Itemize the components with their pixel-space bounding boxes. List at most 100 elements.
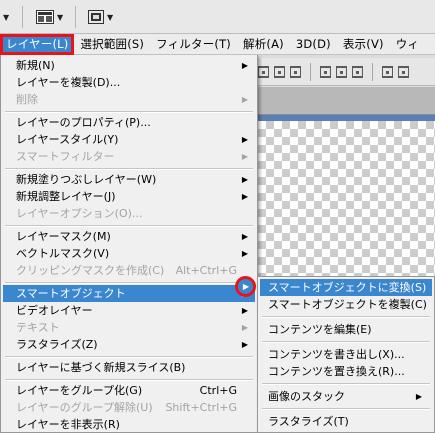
screen-mode-button[interactable]: ▼ bbox=[88, 8, 113, 26]
arrange-documents-button[interactable]: ▼ bbox=[36, 8, 63, 26]
menu-item-label: レイヤーのプロパティ(P)... bbox=[16, 116, 151, 129]
distribute-icon[interactable] bbox=[382, 65, 393, 78]
menu-separator bbox=[5, 225, 253, 227]
menu-item-duplicate-layer[interactable]: レイヤーを複製(D)... bbox=[3, 74, 255, 91]
align-icon[interactable] bbox=[290, 65, 301, 78]
menu-item-delete[interactable]: 削除 ▶ bbox=[3, 91, 255, 108]
menu-separator bbox=[5, 356, 253, 358]
menu-item-hide-layers[interactable]: レイヤーを非表示(R) bbox=[3, 416, 255, 433]
align-icon[interactable] bbox=[258, 65, 269, 78]
menu-item-label: レイヤーを非表示(R) bbox=[16, 418, 120, 431]
chevron-down-icon: ▼ bbox=[57, 12, 64, 22]
submenu-item-edit-contents[interactable]: コンテンツを編集(E) bbox=[260, 321, 432, 338]
distribute-icon[interactable] bbox=[336, 65, 347, 78]
submenu-item-replace-contents[interactable]: コンテンツを置き換え(R)... bbox=[260, 363, 432, 380]
annotation-circle: ▶ bbox=[235, 276, 256, 297]
menu-item-label: ビデオレイヤー bbox=[16, 304, 93, 317]
distribute-icon[interactable] bbox=[320, 65, 331, 78]
submenu-item-export-contents[interactable]: コンテンツを書き出し(X)... bbox=[260, 346, 432, 363]
menu-item-ungroup-layers[interactable]: レイヤーのグループ解除(U) Shift+Ctrl+G bbox=[3, 399, 255, 416]
submenu-arrow-icon: ▶ bbox=[241, 152, 248, 161]
menu-item-layer-style[interactable]: レイヤースタイル(Y) ▶ bbox=[3, 131, 255, 148]
smart-object-submenu: スマートオブジェクトに変換(S) スマートオブジェクトを複製(C) コンテンツを… bbox=[257, 276, 435, 433]
menu-analysis[interactable]: 解析(A) bbox=[237, 34, 290, 55]
menu-item-label: クリッピングマスクを作成(C) bbox=[16, 264, 165, 277]
submenu-item-image-stack[interactable]: 画像のスタック ▶ bbox=[260, 388, 432, 405]
align-icon[interactable] bbox=[274, 65, 285, 78]
menu-item-new-layer-based-slice[interactable]: レイヤーに基づく新規スライス(B) bbox=[3, 359, 255, 376]
menu-item-label: レイヤーマスク(M) bbox=[16, 230, 111, 243]
shortcut-label: Ctrl+G bbox=[199, 384, 237, 397]
menu-item-create-clipping-mask[interactable]: クリッピングマスクを作成(C) Alt+Ctrl+G bbox=[3, 262, 255, 279]
submenu-arrow-icon: ▶ bbox=[241, 340, 248, 349]
menu-item-video-layer[interactable]: ビデオレイヤー ▶ bbox=[3, 302, 255, 319]
menu-separator bbox=[262, 408, 430, 410]
chevron-down-icon: ▼ bbox=[107, 12, 114, 22]
menu-select[interactable]: 選択範囲(S) bbox=[74, 34, 150, 55]
menu-item-label: レイヤーをグループ化(G) bbox=[16, 384, 143, 397]
menu-item-label: ベクトルマスク(V) bbox=[16, 247, 110, 260]
submenu-arrow-icon: ▶ bbox=[241, 323, 248, 332]
menu-item-label: 削除 bbox=[16, 93, 38, 106]
menu-separator bbox=[5, 168, 253, 170]
menu-layer[interactable]: レイヤー(L) bbox=[0, 33, 75, 55]
arrange-documents-icon bbox=[36, 10, 54, 24]
menu-item-smart-filter[interactable]: スマートフィルター ▶ bbox=[3, 148, 255, 165]
menu-separator bbox=[5, 379, 253, 381]
submenu-arrow-icon: ▶ bbox=[241, 249, 248, 258]
submenu-item-duplicate-smart-object[interactable]: スマートオブジェクトを複製(C) bbox=[260, 296, 432, 313]
submenu-arrow-icon: ▶ bbox=[241, 61, 248, 70]
submenu-item-rasterize[interactable]: ラスタライズ(T) bbox=[260, 413, 432, 430]
submenu-arrow-icon: ▶ bbox=[241, 95, 248, 104]
menu-item-text[interactable]: テキスト ▶ bbox=[3, 319, 255, 336]
menu-item-layer-mask[interactable]: レイヤーマスク(M) ▶ bbox=[3, 228, 255, 245]
submenu-arrow-icon: ▶ bbox=[241, 232, 248, 241]
menu-item-layer-options[interactable]: レイヤーオプション(O)... bbox=[3, 205, 255, 222]
menu-window[interactable]: ウィ bbox=[390, 34, 425, 55]
menu-item-label: 新規塗りつぶしレイヤー(W) bbox=[16, 173, 157, 186]
menu-view[interactable]: 表示(V) bbox=[337, 34, 390, 55]
menu-item-new-fill-layer[interactable]: 新規塗りつぶしレイヤー(W) ▶ bbox=[3, 171, 255, 188]
chevron-down-icon: ▼ bbox=[3, 12, 10, 22]
toolbar-divider bbox=[22, 6, 23, 28]
menu-item-smart-object[interactable]: スマートオブジェクト ▶ bbox=[3, 285, 255, 302]
distribute-icon[interactable] bbox=[398, 65, 409, 78]
menu-item-label: レイヤーを複製(D)... bbox=[16, 76, 121, 89]
menu-item-new-adjustment-layer[interactable]: 新規調整レイヤー(J) ▶ bbox=[3, 188, 255, 205]
menu-item-new[interactable]: 新規(N) ▶ bbox=[3, 57, 255, 74]
screen-mode-icon bbox=[88, 10, 104, 24]
menu-separator bbox=[262, 341, 430, 343]
menu-item-layer-properties[interactable]: レイヤーのプロパティ(P)... bbox=[3, 114, 255, 131]
menu-separator bbox=[5, 282, 253, 284]
menu-item-label: ラスタライズ(Z) bbox=[16, 338, 98, 351]
menu-item-label: スマートフィルター bbox=[16, 150, 115, 163]
menu-item-label: スマートオブジェクト bbox=[16, 287, 126, 300]
submenu-item-convert-to-smart-object[interactable]: スマートオブジェクトに変換(S) bbox=[260, 279, 432, 296]
menu-separator bbox=[5, 111, 253, 113]
submenu-arrow-icon: ▶ bbox=[241, 175, 248, 184]
menu-separator bbox=[262, 383, 430, 385]
submenu-arrow-icon: ▶ bbox=[241, 306, 248, 315]
shortcut-label: Shift+Ctrl+G bbox=[165, 401, 237, 414]
submenu-arrow-icon: ▶ bbox=[241, 192, 248, 201]
options-divider bbox=[310, 62, 311, 81]
shortcut-label: Alt+Ctrl+G bbox=[175, 264, 237, 277]
menu-item-label: レイヤーオプション(O)... bbox=[16, 207, 143, 220]
menu-item-label: レイヤーのグループ解除(U) bbox=[16, 401, 153, 414]
menu-3d[interactable]: 3D(D) bbox=[290, 34, 337, 55]
application-toolbar: ▼ ▼ ▼ bbox=[0, 0, 435, 34]
submenu-arrow-icon: ▶ bbox=[415, 392, 422, 401]
options-bar bbox=[250, 58, 435, 86]
menu-item-group-layers[interactable]: レイヤーをグループ化(G) Ctrl+G bbox=[3, 382, 255, 399]
tool-dropdown[interactable]: ▼ bbox=[0, 8, 9, 26]
menu-bar: レイヤー(L) 選択範囲(S) フィルター(T) 解析(A) 3D(D) 表示(… bbox=[0, 33, 435, 55]
distribute-icon[interactable] bbox=[352, 65, 363, 78]
menu-item-rasterize[interactable]: ラスタライズ(Z) ▶ bbox=[3, 336, 255, 353]
toolbar-divider bbox=[75, 6, 76, 28]
menu-item-label: 新規調整レイヤー(J) bbox=[16, 190, 116, 203]
submenu-arrow-icon: ▶ bbox=[242, 282, 250, 291]
menu-item-label: 画像のスタック bbox=[268, 390, 345, 403]
menu-item-vector-mask[interactable]: ベクトルマスク(V) ▶ bbox=[3, 245, 255, 262]
menu-filter[interactable]: フィルター(T) bbox=[150, 34, 237, 55]
document-tab-bar bbox=[250, 87, 435, 115]
